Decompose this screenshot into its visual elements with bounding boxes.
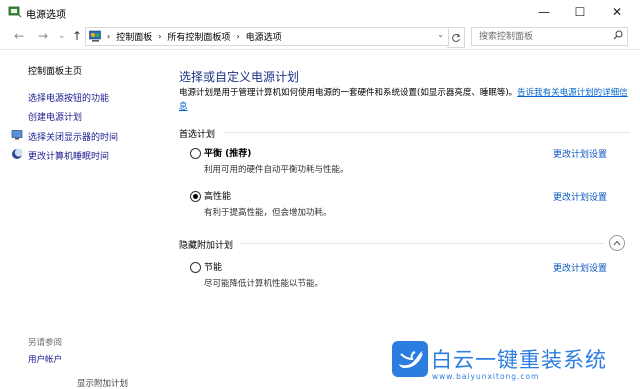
breadcrumb-sep-icon: › [107, 32, 111, 41]
search-input[interactable] [477, 30, 611, 43]
section-divider [240, 243, 604, 244]
refresh-button[interactable] [447, 27, 465, 48]
breadcrumb-power-options[interactable]: 电源选项 [246, 30, 282, 43]
forward-arrow-icon: → [38, 29, 49, 43]
plan-power-saver-change-link[interactable]: 更改计划设置 [553, 261, 607, 274]
page-title: 选择或自定义电源计划 [179, 70, 300, 84]
plan-power-saver-name[interactable]: 节能 [204, 260, 222, 273]
plan-power-saver-radio[interactable] [190, 262, 201, 273]
description-text: 电源计划是用于管理计算机如何使用电源的一套硬件和系统设置(如显示器亮度、睡眠等)… [179, 88, 518, 98]
plan-balanced-radio[interactable] [190, 148, 201, 159]
sidebar-item-display-off[interactable]: 选择关闭显示器的时间 [28, 130, 118, 143]
sidebar-item-power-button[interactable]: 选择电源按钮的功能 [28, 91, 109, 104]
sidebar-home-link[interactable]: 控制面板主页 [28, 64, 82, 77]
breadcrumb-sep-icon: › [158, 32, 162, 41]
power-options-icon [8, 6, 22, 18]
toolbar-divider [0, 49, 640, 50]
back-arrow-icon: ← [14, 29, 25, 43]
sidebar-item-create-plan[interactable]: 创建电源计划 [28, 110, 82, 123]
close-button[interactable]: ✕ [600, 0, 634, 24]
page-description: 电源计划是用于管理计算机如何使用电源的一套硬件和系统设置(如显示器亮度、睡眠等)… [179, 86, 629, 114]
maximize-button[interactable]: ☐ [563, 0, 597, 24]
control-panel-icon [89, 30, 101, 42]
hidden-plans-label[interactable]: 隐藏附加计划 [179, 238, 233, 251]
back-button[interactable]: ← [14, 29, 24, 43]
breadcrumb-sep-icon: › [236, 32, 240, 41]
plan-high-performance-name[interactable]: 高性能 [204, 189, 231, 202]
up-button[interactable]: ↑ [72, 29, 82, 43]
address-bar[interactable]: › 控制面板 › 所有控制面板项 › 电源选项 ⌄ [85, 27, 449, 46]
monitor-icon [11, 130, 23, 140]
minimize-icon: — [538, 5, 550, 19]
address-dropdown-icon[interactable]: ⌄ [437, 30, 444, 39]
collapse-button[interactable] [609, 235, 625, 251]
watermark-brand: 白云一键重装系统 [431, 348, 607, 372]
sidebar-item-sleep[interactable]: 更改计算机睡眠时间 [28, 149, 109, 162]
see-also-label: 另请参阅 [28, 338, 63, 348]
close-icon: ✕ [611, 5, 623, 19]
breadcrumb-all-items[interactable]: 所有控制面板项 [167, 30, 230, 43]
watermark-url: www.baiyunxitong.com [432, 372, 540, 381]
forward-button[interactable]: → [38, 29, 48, 43]
up-arrow-icon: ↑ [72, 29, 83, 43]
title-bar: 电源选项 — ☐ ✕ [0, 0, 640, 24]
moon-icon [12, 148, 23, 159]
plan-balanced-desc: 利用可用的硬件自动平衡功耗与性能。 [204, 165, 349, 175]
chevron-up-icon [613, 240, 621, 246]
user-accounts-link[interactable]: 用户帐户 [28, 353, 62, 365]
plan-high-performance-radio[interactable] [190, 191, 201, 202]
plan-high-performance-change-link[interactable]: 更改计划设置 [553, 190, 607, 203]
watermark: 白云一键重装系统 www.baiyunxitong.com [383, 338, 640, 388]
bird-logo-icon [392, 341, 428, 377]
minimize-button[interactable]: — [527, 0, 561, 24]
plan-power-saver-desc: 尽可能降低计算机性能以节能。 [204, 279, 324, 289]
maximize-icon: ☐ [574, 5, 586, 19]
section-divider [224, 132, 630, 133]
preferred-plans-label: 首选计划 [179, 130, 216, 140]
ghost-row: 显示附加计划 [77, 379, 129, 389]
plan-balanced-name[interactable]: 平衡 (推荐) [204, 146, 251, 159]
refresh-icon [451, 33, 460, 42]
search-box[interactable] [471, 27, 628, 46]
plan-high-performance-desc: 有利于提高性能，但会增加功耗。 [204, 208, 332, 218]
search-icon [613, 30, 623, 40]
breadcrumb-control-panel[interactable]: 控制面板 [116, 30, 152, 43]
plan-balanced-change-link[interactable]: 更改计划设置 [553, 147, 607, 160]
recent-locations-button[interactable]: ⌄ [58, 31, 66, 41]
window-title: 电源选项 [26, 10, 66, 21]
chevron-down-icon: ⌄ [58, 31, 66, 41]
power-options-window: 电源选项 — ☐ ✕ ← → ⌄ ↑ › 控制面板 › 所有控制面板项 › 电源… [0, 0, 640, 389]
